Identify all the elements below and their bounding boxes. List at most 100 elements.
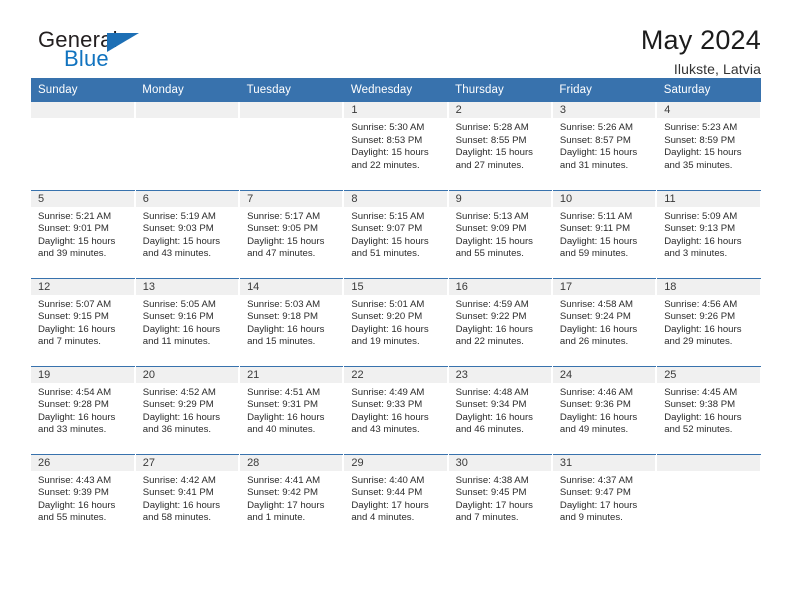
day-cell[interactable]: 14 Sunrise: 5:03 AM Sunset: 9:18 PM Dayl… xyxy=(239,277,345,366)
day-details: Sunrise: 5:28 AM Sunset: 8:55 PM Dayligh… xyxy=(449,118,552,172)
day-number: 27 xyxy=(135,454,240,471)
day-cell[interactable]: 31 Sunrise: 4:37 AM Sunset: 9:47 PM Dayl… xyxy=(552,453,658,542)
day-cell[interactable]: 13 Sunrise: 5:05 AM Sunset: 9:16 PM Dayl… xyxy=(135,277,241,366)
day-number: 21 xyxy=(240,366,344,383)
daylight-line-2: and 58 minutes. xyxy=(142,512,212,524)
day-cell[interactable]: 15 Sunrise: 5:01 AM Sunset: 9:20 PM Dayl… xyxy=(343,277,449,366)
day-cell[interactable]: 3 Sunrise: 5:26 AM Sunset: 8:57 PM Dayli… xyxy=(552,102,658,190)
sunrise-line: Sunrise: 5:07 AM xyxy=(38,298,112,310)
daylight-line-1: Daylight: 16 hours xyxy=(559,411,638,423)
daylight-line-2: and 4 minutes. xyxy=(351,512,415,524)
sunset-line: Sunset: 9:07 PM xyxy=(351,223,423,235)
sunrise-line: Sunrise: 5:11 AM xyxy=(559,210,633,222)
sunset-line: Sunset: 9:34 PM xyxy=(455,399,527,411)
day-cell[interactable]: 18 Sunrise: 4:56 AM Sunset: 9:26 PM Dayl… xyxy=(656,277,761,366)
day-cell[interactable] xyxy=(135,102,241,190)
daylight-line-2: and 7 minutes. xyxy=(455,512,519,524)
sunset-line: Sunset: 9:20 PM xyxy=(351,311,423,323)
day-cell[interactable]: 25 Sunrise: 4:45 AM Sunset: 9:38 PM Dayl… xyxy=(656,365,761,454)
day-number: 26 xyxy=(31,454,135,471)
day-cell[interactable]: 5 Sunrise: 5:21 AM Sunset: 9:01 PM Dayli… xyxy=(31,189,136,278)
sunset-line: Sunset: 9:16 PM xyxy=(142,311,214,323)
day-details: Sunrise: 5:05 AM Sunset: 9:16 PM Dayligh… xyxy=(136,295,239,349)
day-cell[interactable]: 20 Sunrise: 4:52 AM Sunset: 9:29 PM Dayl… xyxy=(135,365,241,454)
sunrise-line: Sunrise: 4:42 AM xyxy=(142,474,216,486)
sunrise-line: Sunrise: 4:41 AM xyxy=(247,474,321,486)
day-number: 14 xyxy=(240,278,344,295)
daylight-line-2: and 46 minutes. xyxy=(455,424,524,436)
sunset-line: Sunset: 9:36 PM xyxy=(559,399,631,411)
day-cell[interactable] xyxy=(31,102,136,190)
day-cell[interactable]: 26 Sunrise: 4:43 AM Sunset: 9:39 PM Dayl… xyxy=(31,453,136,542)
day-cell[interactable]: 1 Sunrise: 5:30 AM Sunset: 8:53 PM Dayli… xyxy=(343,102,449,190)
day-cell[interactable]: 7 Sunrise: 5:17 AM Sunset: 9:05 PM Dayli… xyxy=(239,189,345,278)
weekday-header-thursday: Thursday xyxy=(448,78,553,102)
day-cell[interactable]: 29 Sunrise: 4:40 AM Sunset: 9:44 PM Dayl… xyxy=(343,453,449,542)
day-details: Sunrise: 4:46 AM Sunset: 9:36 PM Dayligh… xyxy=(553,383,656,437)
day-cell[interactable] xyxy=(239,102,345,190)
daylight-line-1: Daylight: 15 hours xyxy=(664,147,742,159)
week-row: 19 Sunrise: 4:54 AM Sunset: 9:28 PM Dayl… xyxy=(31,365,761,454)
daylight-line-1: Daylight: 17 hours xyxy=(247,499,325,511)
calendar-head: Sunday Monday Tuesday Wednesday Thursday… xyxy=(31,78,761,102)
weekday-header-monday: Monday xyxy=(135,78,240,102)
day-details: Sunrise: 5:13 AM Sunset: 9:09 PM Dayligh… xyxy=(449,207,552,261)
day-cell[interactable]: 21 Sunrise: 4:51 AM Sunset: 9:31 PM Dayl… xyxy=(239,365,345,454)
day-cell[interactable]: 17 Sunrise: 4:58 AM Sunset: 9:24 PM Dayl… xyxy=(552,277,658,366)
sunrise-line: Sunrise: 4:45 AM xyxy=(664,386,738,398)
sunrise-line: Sunrise: 4:49 AM xyxy=(351,386,425,398)
day-details xyxy=(657,471,761,475)
sunset-line: Sunset: 9:39 PM xyxy=(38,487,109,499)
day-cell[interactable]: 4 Sunrise: 5:23 AM Sunset: 8:59 PM Dayli… xyxy=(657,102,761,190)
daylight-line-1: Daylight: 15 hours xyxy=(351,235,429,247)
daylight-line-2: and 1 minute. xyxy=(247,512,306,524)
daylight-line-2: and 36 minutes. xyxy=(142,424,212,436)
sunrise-line: Sunrise: 4:58 AM xyxy=(559,298,633,310)
day-cell[interactable] xyxy=(656,453,761,542)
sunset-line: Sunset: 9:45 PM xyxy=(455,487,527,499)
day-details: Sunrise: 5:01 AM Sunset: 9:20 PM Dayligh… xyxy=(344,295,447,349)
daylight-line-1: Daylight: 15 hours xyxy=(455,235,533,247)
weekday-header-row: Sunday Monday Tuesday Wednesday Thursday… xyxy=(31,78,761,102)
day-cell[interactable]: 16 Sunrise: 4:59 AM Sunset: 9:22 PM Dayl… xyxy=(448,277,553,366)
day-number: 22 xyxy=(344,366,448,383)
day-cell[interactable]: 2 Sunrise: 5:28 AM Sunset: 8:55 PM Dayli… xyxy=(448,102,553,190)
daylight-line-2: and 55 minutes. xyxy=(38,512,107,524)
day-details: Sunrise: 5:26 AM Sunset: 8:57 PM Dayligh… xyxy=(553,118,656,172)
day-cell[interactable]: 30 Sunrise: 4:38 AM Sunset: 9:45 PM Dayl… xyxy=(448,453,553,542)
day-cell[interactable]: 24 Sunrise: 4:46 AM Sunset: 9:36 PM Dayl… xyxy=(552,365,658,454)
weekday-header-wednesday: Wednesday xyxy=(343,78,449,102)
sunset-line: Sunset: 9:29 PM xyxy=(142,399,214,411)
daylight-line-2: and 15 minutes. xyxy=(247,336,316,348)
day-number: 9 xyxy=(448,190,552,207)
daylight-line-2: and 51 minutes. xyxy=(351,248,420,260)
week-row: 12 Sunrise: 5:07 AM Sunset: 9:15 PM Dayl… xyxy=(31,277,761,366)
day-cell[interactable]: 23 Sunrise: 4:48 AM Sunset: 9:34 PM Dayl… xyxy=(448,365,553,454)
day-number: 25 xyxy=(657,366,761,383)
sunrise-line: Sunrise: 4:59 AM xyxy=(455,298,529,310)
day-cell[interactable]: 12 Sunrise: 5:07 AM Sunset: 9:15 PM Dayl… xyxy=(31,277,136,366)
daylight-line-2: and 7 minutes. xyxy=(38,336,101,348)
day-cell[interactable]: 6 Sunrise: 5:19 AM Sunset: 9:03 PM Dayli… xyxy=(135,189,241,278)
week-row: 1 Sunrise: 5:30 AM Sunset: 8:53 PM Dayli… xyxy=(31,102,761,190)
day-cell[interactable]: 10 Sunrise: 5:11 AM Sunset: 9:11 PM Dayl… xyxy=(552,189,658,278)
day-cell[interactable]: 11 Sunrise: 5:09 AM Sunset: 9:13 PM Dayl… xyxy=(656,189,761,278)
day-cell[interactable]: 9 Sunrise: 5:13 AM Sunset: 9:09 PM Dayli… xyxy=(448,189,553,278)
day-cell[interactable]: 8 Sunrise: 5:15 AM Sunset: 9:07 PM Dayli… xyxy=(343,189,449,278)
daylight-line-1: Daylight: 16 hours xyxy=(559,323,638,335)
daylight-line-1: Daylight: 16 hours xyxy=(142,499,221,511)
day-cell[interactable]: 22 Sunrise: 4:49 AM Sunset: 9:33 PM Dayl… xyxy=(343,365,449,454)
sunset-line: Sunset: 9:18 PM xyxy=(247,311,318,323)
sunrise-line: Sunrise: 4:51 AM xyxy=(247,386,321,398)
sunrise-line: Sunrise: 5:28 AM xyxy=(455,122,529,133)
day-cell[interactable]: 28 Sunrise: 4:41 AM Sunset: 9:42 PM Dayl… xyxy=(239,453,345,542)
sunrise-line: Sunrise: 5:01 AM xyxy=(351,298,425,310)
day-cell[interactable]: 27 Sunrise: 4:42 AM Sunset: 9:41 PM Dayl… xyxy=(135,453,241,542)
sunrise-line: Sunrise: 4:38 AM xyxy=(455,474,529,486)
logo-general-blue[interactable]: General Blue xyxy=(31,26,161,78)
sunset-line: Sunset: 9:24 PM xyxy=(559,311,631,323)
daylight-line-1: Daylight: 15 hours xyxy=(142,235,221,247)
day-number: 10 xyxy=(552,190,657,207)
day-cell[interactable]: 19 Sunrise: 4:54 AM Sunset: 9:28 PM Dayl… xyxy=(31,365,136,454)
daylight-line-1: Daylight: 16 hours xyxy=(455,411,533,423)
